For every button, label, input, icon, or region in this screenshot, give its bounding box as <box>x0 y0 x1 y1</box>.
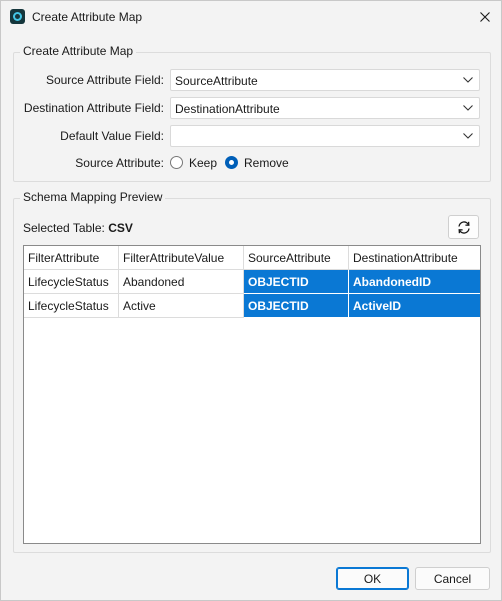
window-title: Create Attribute Map <box>32 10 143 24</box>
source-attribute-field-label: Source Attribute Field: <box>45 73 164 87</box>
default-value-field-combo[interactable] <box>170 125 480 147</box>
destination-attribute-field-value: DestinationAttribute <box>175 102 280 116</box>
column-header[interactable]: FilterAttribute <box>24 246 119 270</box>
selected-table-value: CSV <box>108 221 133 235</box>
close-icon <box>480 12 490 22</box>
table-cell[interactable]: LifecycleStatus <box>24 294 119 318</box>
table-cell[interactable]: LifecycleStatus <box>24 270 119 294</box>
close-button[interactable] <box>471 5 499 29</box>
mapping-preview-table[interactable]: FilterAttribute FilterAttributeValue Sou… <box>23 245 481 544</box>
keep-radio-label[interactable]: Keep <box>189 156 217 170</box>
refresh-button[interactable] <box>448 215 479 239</box>
keep-radio[interactable] <box>170 156 183 169</box>
column-header[interactable]: SourceAttribute <box>244 246 349 270</box>
selected-table-label: Selected Table: <box>23 221 105 235</box>
destination-attribute-field-label: Destination Attribute Field: <box>23 101 164 115</box>
group-legend: Create Attribute Map <box>20 44 137 58</box>
chevron-down-icon <box>463 105 473 111</box>
source-attribute-field-combo[interactable]: SourceAttribute <box>170 69 480 91</box>
table-cell[interactable]: Active <box>119 294 244 318</box>
selected-table: Selected Table: CSV <box>23 221 133 235</box>
table-cell-selected[interactable]: ActiveID <box>349 294 480 318</box>
destination-attribute-field-combo[interactable]: DestinationAttribute <box>170 97 480 119</box>
table-cell-selected[interactable]: OBJECTID <box>244 294 349 318</box>
table-cell[interactable]: Abandoned <box>119 270 244 294</box>
source-attribute-field-value: SourceAttribute <box>175 74 258 88</box>
group-legend: Schema Mapping Preview <box>20 190 166 204</box>
table-cell-selected[interactable]: OBJECTID <box>244 270 349 294</box>
cancel-button[interactable]: Cancel <box>415 567 490 590</box>
source-attribute-radio-label: Source Attribute: <box>75 156 164 170</box>
title-bar: Create Attribute Map <box>1 1 501 33</box>
column-header[interactable]: FilterAttributeValue <box>119 246 244 270</box>
refresh-icon <box>458 221 470 234</box>
column-header[interactable]: DestinationAttribute <box>349 246 480 270</box>
app-icon <box>10 9 25 24</box>
dialog-window: Create Attribute Map Create Attribute Ma… <box>0 0 502 601</box>
default-value-field-label: Default Value Field: <box>60 129 164 143</box>
ok-button[interactable]: OK <box>336 567 409 590</box>
table-cell-selected[interactable]: AbandonedID <box>349 270 480 294</box>
chevron-down-icon <box>463 77 473 83</box>
remove-radio-label[interactable]: Remove <box>244 156 289 170</box>
remove-radio[interactable] <box>225 156 238 169</box>
chevron-down-icon <box>463 133 473 139</box>
